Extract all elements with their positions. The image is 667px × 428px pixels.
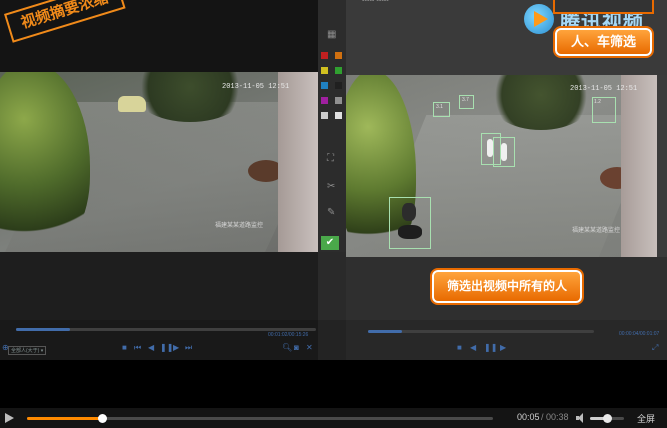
color-swatch-black[interactable] xyxy=(335,82,342,89)
motorbike xyxy=(398,225,422,239)
camera-watermark: 福建某某道路监控 xyxy=(572,228,621,234)
cut-icon[interactable]: ✂ xyxy=(327,182,335,192)
tree-foliage xyxy=(0,72,90,252)
volume-slider[interactable] xyxy=(590,414,624,423)
color-swatch-yellow[interactable] xyxy=(321,67,328,74)
player-stage: 2013-11-05 12:51 福建某某道路监控 ▦ ⛶ ✂ ✎ ✔ ▪▪▪▪… xyxy=(0,0,667,428)
brush-icon[interactable]: ✎ xyxy=(327,208,335,218)
detection-label: 1.2 xyxy=(594,99,601,105)
color-swatch-blue[interactable] xyxy=(321,82,328,89)
tool-palette: ▦ ⛶ ✂ ✎ xyxy=(318,0,346,252)
volume-icon[interactable] xyxy=(575,412,587,424)
motorbike-rider xyxy=(394,203,426,243)
car-image xyxy=(118,96,146,112)
rider xyxy=(402,203,416,221)
play-icon[interactable] xyxy=(3,412,15,424)
callout-label: 筛选出视频中所有的人 xyxy=(432,270,582,303)
building xyxy=(278,72,318,252)
video-timestamp: 2013-11-05 12:51 xyxy=(570,85,638,93)
color-swatch-green[interactable] xyxy=(335,67,342,74)
color-swatch-light[interactable] xyxy=(321,112,328,119)
frame-shade xyxy=(0,320,667,360)
right-scroll-strip xyxy=(657,75,667,257)
confirm-check-icon[interactable]: ✔ xyxy=(321,236,339,250)
tencent-video-logo-icon xyxy=(524,4,554,34)
filter-people-cars-button[interactable]: 人、车筛选 xyxy=(555,28,652,56)
grid-icon[interactable]: ▦ xyxy=(327,30,336,40)
progress-bar[interactable] xyxy=(27,414,493,423)
detection-label: 3.1 xyxy=(436,104,443,110)
camera-watermark: 福建某某道路监控 xyxy=(215,223,264,229)
color-swatch-red[interactable] xyxy=(321,52,328,59)
total-time: 00:38 xyxy=(546,412,569,422)
video-timestamp: 2013-11-05 12:51 xyxy=(222,83,290,91)
expand-icon[interactable]: ⛶ xyxy=(327,154,334,164)
volume-icon-cone xyxy=(578,413,583,423)
time-separator: / xyxy=(541,412,544,422)
color-swatch-orange[interactable] xyxy=(335,52,342,59)
fullscreen-button[interactable]: 全屏 xyxy=(637,412,655,425)
current-time: 00:05 xyxy=(517,412,540,422)
progress-handle[interactable] xyxy=(97,414,107,423)
color-swatch-purple[interactable] xyxy=(321,97,328,104)
color-swatch-white[interactable] xyxy=(335,112,342,119)
building xyxy=(621,75,657,257)
left-app-panel: 2013-11-05 12:51 福建某某道路监控 xyxy=(0,0,318,360)
volume-handle[interactable] xyxy=(603,414,612,423)
pedestrian xyxy=(501,143,507,161)
header-text: ▪▪▪▪▪ ▪▪▪▪▪ xyxy=(362,0,389,4)
progress-fill xyxy=(27,417,102,420)
filter-tab-strip xyxy=(553,0,654,14)
video-frame[interactable]: 2013-11-05 12:51 福建某某道路监控 ▦ ⛶ ✂ ✎ ✔ ▪▪▪▪… xyxy=(0,0,667,360)
color-swatch-gray[interactable] xyxy=(335,97,342,104)
player-control-bar: 00:05 / 00:38 全屏 xyxy=(0,408,667,428)
right-filtered-video: 3.1 3.7 1.2 2013-11-05 12:51 福建某某道路监控 xyxy=(346,75,657,257)
left-original-video: 2013-11-05 12:51 福建某某道路监控 xyxy=(0,72,318,252)
detection-label: 3.7 xyxy=(462,97,469,103)
